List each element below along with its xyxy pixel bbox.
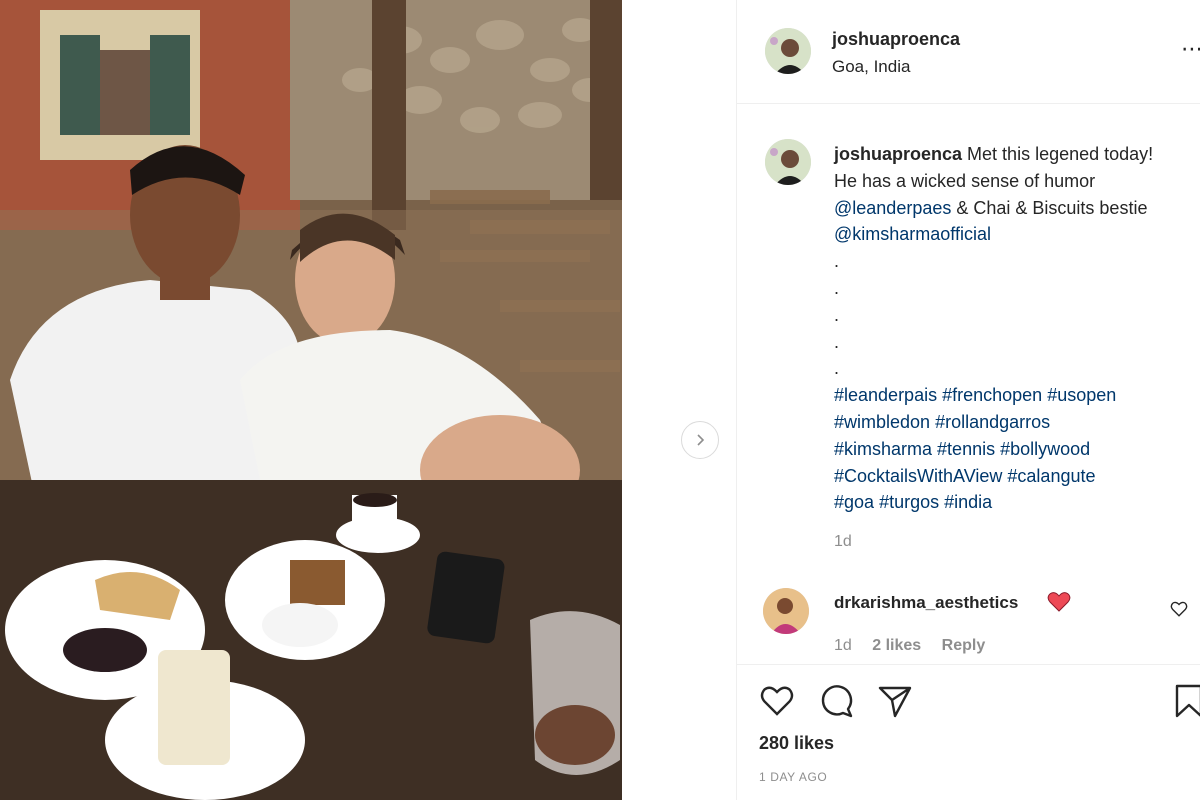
hashtag-link[interactable]: #wimbledon [834,412,930,432]
hashtag-link[interactable]: #rollandgarros [935,412,1050,432]
post-photo[interactable] [0,0,622,800]
hashtag-link[interactable]: #leanderpais [834,385,937,405]
hashtag-link[interactable]: #bollywood [1000,439,1090,459]
commenter-avatar[interactable] [763,588,809,634]
post-likes-count[interactable]: 280 likes [759,733,834,754]
more-options-button[interactable]: ⋯ [1181,38,1200,60]
post-header: joshuaproenca Goa, India ⋯ [737,0,1200,104]
hashtag-link[interactable]: #tennis [937,439,995,459]
caption-text-part: & Chai & Biscuits bestie [956,197,1148,218]
post-actions: 280 likes 1 DAY AGO [737,664,1200,800]
hashtag-link[interactable]: #usopen [1047,385,1116,405]
avatar-image [763,588,809,634]
save-bookmark-icon[interactable] [1173,683,1200,719]
like-heart-icon[interactable] [759,683,795,719]
commenter-username[interactable]: drkarishma_aesthetics [834,593,1018,613]
next-photo-button[interactable] [681,421,719,459]
share-paper-plane-icon[interactable] [877,683,913,719]
comment-likes-count[interactable]: 2 likes [872,637,921,654]
caption-timestamp[interactable]: 1d [834,533,852,551]
red-heart-emoji-icon [1047,592,1071,612]
author-avatar[interactable] [765,28,811,74]
caption-dot: . [834,331,840,352]
hashtag-link[interactable]: #goa [834,492,874,512]
more-horizontal-icon: ⋯ [1181,36,1200,61]
chevron-right-icon [697,434,705,446]
hashtag-link[interactable]: #CocktailsWithAView [834,466,1002,486]
reply-button[interactable]: Reply [942,637,986,654]
caption-section: joshuaproenca Met this legened today! He… [737,105,1200,580]
post-date[interactable]: 1 DAY AGO [759,770,827,784]
hashtag-link[interactable]: #calangute [1007,466,1095,486]
avatar-image [765,139,811,185]
author-username[interactable]: joshuaproenca [832,29,960,50]
comment-meta: 1d 2 likes Reply [834,637,1001,655]
mention-link[interactable]: @leanderpaes [834,198,951,218]
post-location[interactable]: Goa, India [832,57,910,77]
post-side-panel: joshuaproenca Goa, India ⋯ joshuaproenca… [736,0,1200,800]
caption-dot: . [834,358,840,379]
caption-dot: . [834,304,840,325]
hashtag-link[interactable]: #india [944,492,992,512]
comment-bubble-icon[interactable] [819,683,855,719]
comment-timestamp[interactable]: 1d [834,637,852,654]
caption-author-avatar[interactable] [765,139,811,185]
caption-dot: . [834,277,840,298]
comment-item: drkarishma_aesthetics 1d 2 likes Reply [737,584,1200,664]
caption-dot: . [834,251,840,272]
caption-text: joshuaproenca Met this legened today! He… [834,141,1179,516]
mention-link[interactable]: @kimsharmaofficial [834,224,991,244]
avatar-image [765,28,811,74]
hashtag-link[interactable]: #frenchopen [942,385,1042,405]
hashtag-link[interactable]: #turgos [879,492,939,512]
caption-author-username[interactable]: joshuaproenca [834,144,962,164]
hashtag-link[interactable]: #kimsharma [834,439,932,459]
photo-illustration [0,0,622,800]
like-comment-heart-icon[interactable] [1170,600,1188,618]
